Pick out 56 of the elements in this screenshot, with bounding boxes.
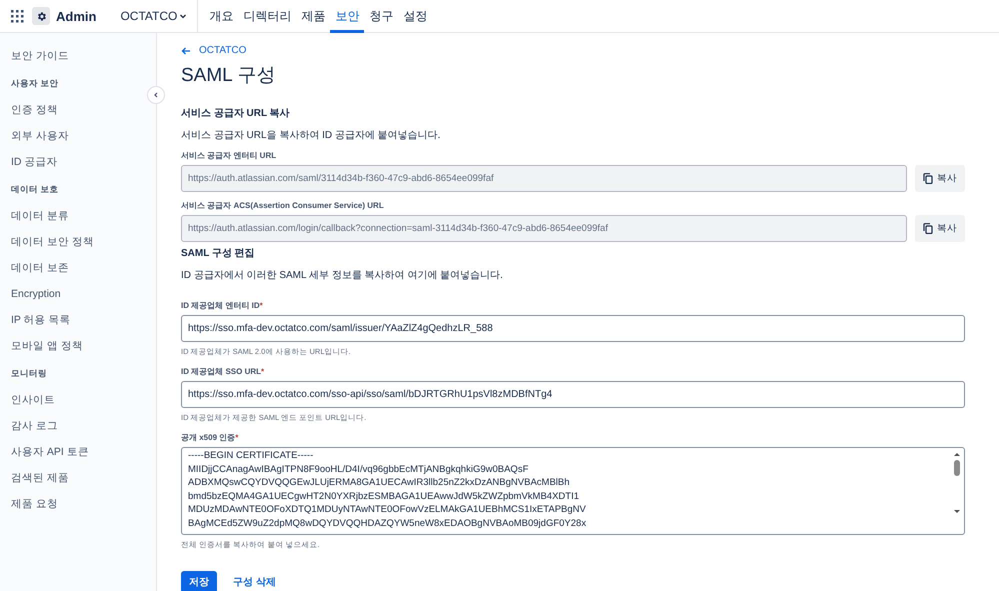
readonly-url-field[interactable]: https://auth.atlassian.com/login/callback?connection=saml-3114d34b-f360-47c9-abd6-8654ee099faf — [181, 215, 907, 242]
nav-tab[interactable]: 개요 — [204, 0, 238, 32]
sidebar-item[interactable]: 외부 사용자 — [11, 123, 156, 149]
nav-tab[interactable]: 보안 — [330, 0, 364, 32]
save-button[interactable]: 저장 — [181, 571, 217, 591]
sidebar-item[interactable]: 모바일 앱 정책 — [11, 333, 156, 359]
sidebar-item[interactable]: Encryption — [11, 281, 156, 307]
nav-tab[interactable]: 제품 — [296, 0, 330, 32]
sidebar-section-heading: 사용자 보안 — [11, 77, 60, 90]
readonly-url-field[interactable]: https://auth.atlassian.com/saml/3114d34b-f360-47c9-abd6-8654ee099faf — [181, 165, 907, 192]
section-description: ID 공급자에서 이러한 SAML 세부 정보를 복사하여 여기에 붙여넣습니다. — [181, 269, 504, 282]
nav-tab[interactable]: 청구 — [364, 0, 398, 32]
certificate-textarea[interactable]: -----BEGIN CERTIFICATE----- MIIDjjCCAnagAwIBAgITPN8F9ooHL/D4I/vq96gbbEcMTjANBgkqhkiG9w0BAQsF ADBXMQswCQYDVQQGEwJLUjERMA8GA1UECAwIR3llb25nZ2kxDzANBgNVBAcMBlBh bmd5bzEQMA4GA1UECgwHT2N0YXRjbzESMBAGA1UEAwwJdW5kZWZpbmVkMB4XDTI1 MDUzMDAwNTE0OFoXDTQ1MDUyNTAwNTE0OFowVzELMAkGA1UEBhMCS1IxETAPBgNV BAgMCEd5ZW9uZ2dpMQ8wDQYDVQQHDAZQYW5neW8xEDAOBgNVBAoMB09jdGF0Y28x — [181, 447, 965, 535]
section-description: 서비스 공급자 URL을 복사하여 ID 공급자에 붙여넣습니다. — [181, 129, 442, 142]
text-input-field[interactable]: https://sso.mfa-dev.octatco.com/saml/issuer/YAaZlZ4gQedhzLR_588 — [181, 315, 965, 342]
page-title: SAML 구성 — [181, 64, 276, 88]
sidebar-item[interactable]: 감사 로그 — [11, 413, 156, 439]
sidebar-section-heading: 데이터 보호 — [11, 183, 60, 196]
field-label: 공개 x509 인증* — [181, 432, 240, 443]
arrow-left-icon — [181, 46, 191, 56]
gear-icon — [32, 7, 50, 25]
sidebar-item[interactable]: IP 허용 목록 — [11, 307, 156, 333]
section-heading: SAML 구성 편집 — [181, 247, 256, 260]
sidebar-item[interactable]: 데이터 보안 정책 — [11, 229, 156, 255]
chevron-left-icon — [153, 92, 159, 98]
copy-button[interactable]: 복사 — [915, 165, 965, 192]
nav-tab[interactable]: 디렉터리 — [238, 0, 296, 32]
sidebar-item[interactable]: 제품 요청 — [11, 491, 156, 517]
field-label: ID 제공업체 엔터티 ID* — [181, 300, 264, 311]
sidebar-section-heading: 모니터링 — [11, 367, 48, 380]
section-heading: 서비스 공급자 URL 복사 — [181, 107, 291, 120]
sidebar-item[interactable]: 인사이트 — [11, 387, 156, 413]
nav-tab[interactable]: 설정 — [398, 0, 432, 32]
required-asterisk: * — [235, 433, 238, 442]
sidebar-item[interactable]: ID 공급자 — [11, 149, 156, 175]
organization-dropdown[interactable]: OCTATCO — [120, 0, 198, 32]
required-asterisk: * — [260, 301, 263, 310]
chevron-down-icon — [179, 12, 188, 20]
required-asterisk: * — [261, 367, 264, 376]
field-label: 서비스 공급자 ACS(Assertion Consumer Service) URL — [181, 200, 385, 211]
app-name: Admin — [56, 8, 96, 24]
delete-config-link[interactable]: 구성 삭제 — [225, 571, 284, 591]
copy-icon — [923, 223, 933, 234]
sidebar-item[interactable]: 인증 정책 — [11, 97, 156, 123]
sidebar-item[interactable]: 데이터 보존 — [11, 255, 156, 281]
sidebar-item[interactable]: 보안 가이드 — [11, 43, 156, 69]
copy-button[interactable]: 복사 — [915, 215, 965, 242]
text-input-field[interactable]: https://sso.mfa-dev.octatco.com/sso-api/sso/saml/bDJRTGRhU1psVl8zMDBfNTg4 — [181, 381, 965, 408]
sidebar-item[interactable]: 데이터 분류 — [11, 203, 156, 229]
sidebar-item[interactable]: 검색된 제품 — [11, 465, 156, 491]
sidebar-item[interactable]: 사용자 API 토큰 — [11, 439, 156, 465]
copy-icon — [923, 173, 933, 184]
app-grid-icon[interactable] — [10, 9, 24, 23]
field-label: 서비스 공급자 엔터티 URL — [181, 150, 278, 161]
field-label: ID 제공업체 SSO URL* — [181, 366, 266, 377]
back-link[interactable]: OCTATCO — [181, 45, 965, 56]
